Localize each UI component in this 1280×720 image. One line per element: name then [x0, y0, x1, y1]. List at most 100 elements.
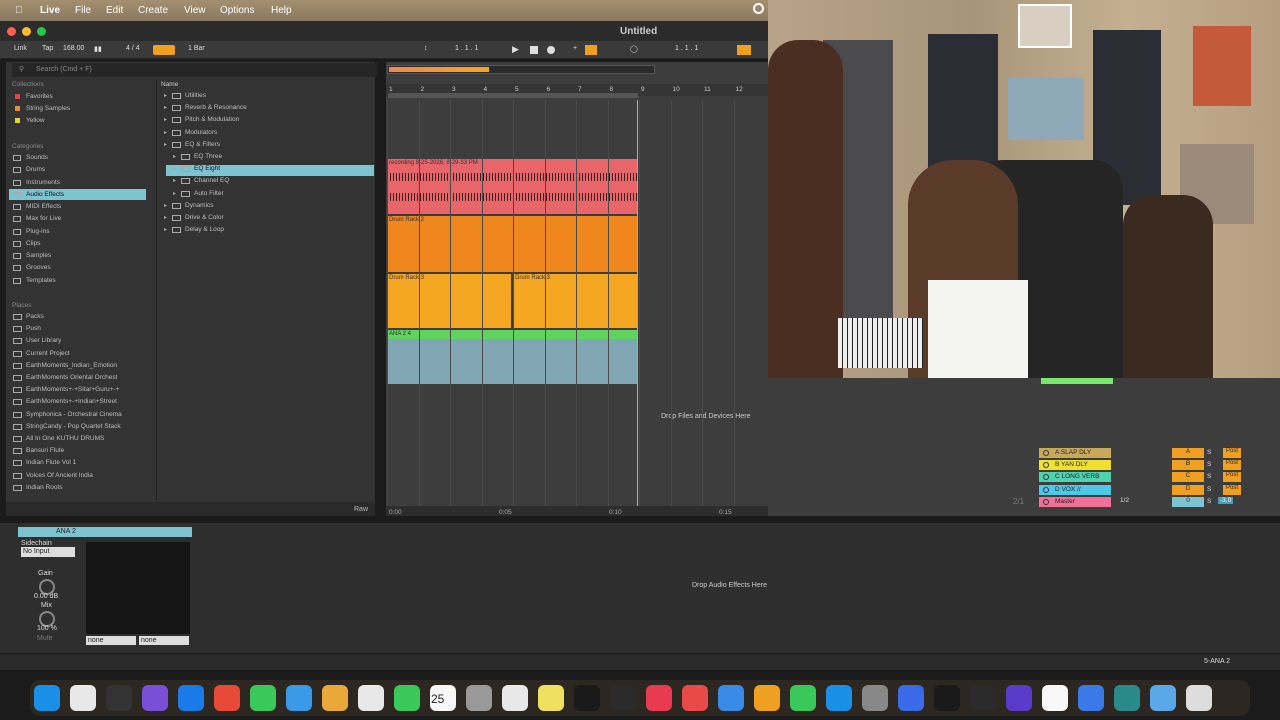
close-window-button[interactable] [7, 27, 16, 36]
play-button[interactable]: ▶ [512, 44, 519, 55]
menu-view[interactable]: View [184, 5, 206, 16]
expand-chevron-icon[interactable]: ▸ [173, 177, 176, 184]
solo-button[interactable]: S [1207, 473, 1211, 480]
expand-chevron-icon[interactable]: ▸ [164, 129, 167, 136]
mute-button[interactable]: Mute [37, 635, 53, 642]
track-number-button[interactable]: A [1172, 448, 1204, 458]
expand-chevron-icon[interactable]: ▸ [164, 226, 167, 233]
place-item[interactable]: EarthMoments_Indian_Emotion [26, 362, 117, 369]
browser-tree-item[interactable]: Utilities [185, 92, 206, 99]
link-button[interactable]: Link [14, 45, 27, 52]
menu-edit[interactable]: Edit [106, 5, 123, 16]
post-toggle[interactable]: Post [1223, 484, 1241, 495]
browser-tree-item[interactable]: EQ Three [194, 153, 222, 160]
audio-clip[interactable]: ANA 2 4 [387, 330, 637, 384]
meter-field[interactable]: 4 / 4 [126, 45, 140, 52]
siri-icon[interactable] [142, 685, 168, 711]
y-assign-select[interactable]: none [139, 636, 189, 645]
numbers-icon[interactable] [790, 685, 816, 711]
overview-locator[interactable] [389, 67, 489, 72]
category-item[interactable]: Sounds [26, 154, 48, 161]
trash-icon[interactable] [1186, 685, 1212, 711]
midi-clip[interactable]: Drum Rack 3 [513, 274, 637, 328]
expand-chevron-icon[interactable]: ▸ [164, 214, 167, 221]
expand-chevron-icon[interactable]: ▸ [164, 141, 167, 148]
follow-icon[interactable]: ↕ [424, 45, 428, 52]
app-store-icon[interactable] [826, 685, 852, 711]
apple-tv-icon[interactable] [610, 685, 636, 711]
browser-divider[interactable] [156, 80, 157, 500]
maps-icon[interactable] [322, 685, 348, 711]
browser-search-input[interactable]: Search (Cmd + F) [12, 63, 377, 77]
expand-chevron-icon[interactable]: ▸ [164, 116, 167, 123]
browser-tree-item[interactable]: Channel EQ [194, 177, 229, 184]
browser-tree-item[interactable]: Dynamics [185, 202, 214, 209]
minimize-window-button[interactable] [22, 27, 31, 36]
zoom-window-button[interactable] [37, 27, 46, 36]
control-center-icon[interactable] [753, 3, 764, 14]
post-toggle[interactable]: Post [1223, 448, 1241, 458]
sidechain-input-select[interactable]: No Input [21, 547, 75, 557]
launchpad-icon[interactable] [70, 685, 96, 711]
solo-button[interactable]: S [1207, 486, 1211, 493]
audio-clip[interactable]: recording 8-25-2026, 8-29-33 PM [387, 159, 637, 214]
place-item[interactable]: EarthMoments Oriental Orchest [26, 374, 117, 381]
collection-item[interactable]: String Samples [26, 105, 70, 112]
apple-icon[interactable]:  [15, 5, 23, 16]
track-number-button[interactable]: 0 [1172, 496, 1204, 507]
freeform-icon[interactable] [574, 685, 600, 711]
place-item[interactable]: Bansuri Flute [26, 447, 64, 454]
loop-icon[interactable]: ◯ [630, 45, 638, 53]
keynote-icon[interactable] [718, 685, 744, 711]
track-number-button[interactable]: B [1172, 460, 1204, 471]
category-item[interactable]: Instruments [26, 179, 60, 186]
category-item[interactable]: Plug-ins [26, 228, 49, 235]
place-item[interactable]: EarthMoments+-+Indian+Street [26, 398, 117, 405]
place-item[interactable]: User Library [26, 337, 61, 344]
category-item[interactable]: Drums [26, 166, 45, 173]
metronome-icon[interactable]: ▮▮ [94, 45, 102, 53]
loop-brace[interactable] [388, 93, 638, 98]
expand-chevron-icon[interactable]: ▸ [164, 92, 167, 99]
track-activator-icon[interactable] [1043, 498, 1049, 505]
loop-start-field[interactable]: 1 . 1 . 1 [675, 45, 698, 52]
zoom-icon[interactable] [1078, 685, 1104, 711]
place-item[interactable]: StringCandy - Pop Quartet Stack [26, 423, 121, 430]
category-item[interactable]: Templates [26, 277, 56, 284]
track-number-button[interactable]: C [1172, 472, 1204, 483]
menu-file[interactable]: File [75, 5, 91, 16]
master-volume-field[interactable]: -3.0 [1218, 497, 1234, 504]
facetime-icon[interactable] [394, 685, 420, 711]
menu-create[interactable]: Create [138, 5, 168, 16]
pages-icon[interactable] [754, 685, 780, 711]
expand-chevron-icon[interactable]: ▸ [164, 104, 167, 111]
stop-button[interactable] [530, 46, 538, 54]
track-activator-icon[interactable] [1043, 486, 1049, 493]
ableton-live-icon[interactable] [106, 685, 132, 711]
draw-mode-button[interactable] [737, 45, 751, 55]
chrome-icon[interactable] [214, 685, 240, 711]
menu-options[interactable]: Options [220, 5, 254, 16]
obs-icon[interactable] [970, 685, 996, 711]
expand-chevron-icon[interactable]: ▸ [173, 165, 176, 172]
time-ruler[interactable] [386, 506, 768, 516]
browser-tree-item[interactable]: EQ Eight [194, 165, 220, 172]
terminal-icon[interactable] [934, 685, 960, 711]
browser-tree-item[interactable]: Modulators [185, 129, 217, 136]
contacts-icon[interactable] [466, 685, 492, 711]
menu-help[interactable]: Help [271, 5, 292, 16]
overdub-icon[interactable]: + [573, 45, 577, 52]
song-position-field[interactable]: 1 . 1 . 1 [455, 45, 478, 52]
final-cut-icon[interactable] [1042, 685, 1068, 711]
track-number-button[interactable]: D [1172, 484, 1204, 495]
place-item[interactable]: Indian Roots [26, 484, 63, 491]
photos-icon[interactable] [358, 685, 384, 711]
place-item[interactable]: Push [26, 325, 41, 332]
notes-icon[interactable] [538, 685, 564, 711]
category-item[interactable]: Clips [26, 240, 40, 247]
browser-tree-item[interactable]: Drive & Color [185, 214, 224, 221]
music-icon[interactable] [646, 685, 672, 711]
raw-toggle[interactable]: Raw [354, 506, 368, 513]
x-assign-select[interactable]: none [86, 636, 136, 645]
place-item[interactable]: EarthMoments+-+Sitar+Guru+-+ [26, 386, 119, 393]
